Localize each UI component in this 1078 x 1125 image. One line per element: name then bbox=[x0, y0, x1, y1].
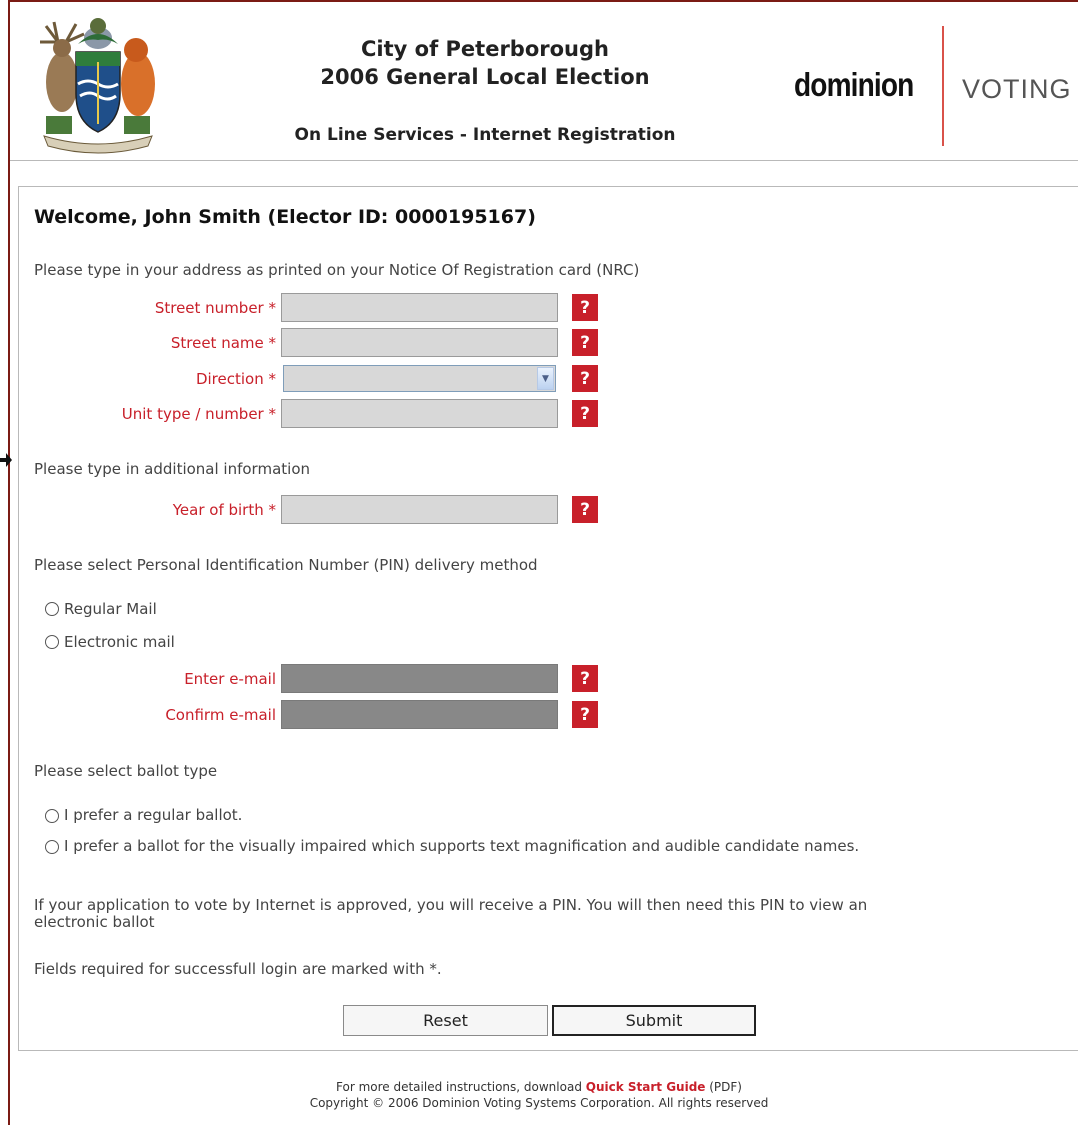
footer-instructions: For more detailed instructions, download… bbox=[0, 1080, 1078, 1094]
year-of-birth-help-icon[interactable]: ? bbox=[572, 496, 598, 523]
electronic-mail-radio[interactable] bbox=[45, 635, 59, 649]
enter-email-help-icon[interactable]: ? bbox=[572, 665, 598, 692]
regular-mail-label[interactable]: Regular Mail bbox=[64, 600, 157, 618]
city-title: City of Peterborough bbox=[361, 37, 609, 61]
confirm-email-help-icon[interactable]: ? bbox=[572, 701, 598, 728]
direction-label: Direction * bbox=[195, 370, 276, 388]
regular-ballot-radio[interactable] bbox=[45, 809, 59, 823]
ballot-instruction: Please select ballot type bbox=[34, 762, 218, 780]
pin-info-line1: If your application to vote by Internet … bbox=[34, 896, 868, 914]
city-crest-icon bbox=[40, 18, 155, 154]
required-fields-note: Fields required for successfull login ar… bbox=[34, 960, 442, 978]
footer-suffix: (PDF) bbox=[705, 1080, 742, 1094]
street-number-input[interactable] bbox=[281, 293, 558, 322]
address-instruction: Please type in your address as printed o… bbox=[34, 261, 640, 279]
year-of-birth-label: Year of birth * bbox=[172, 501, 276, 519]
impaired-ballot-radio[interactable] bbox=[45, 840, 59, 854]
enter-email-input[interactable] bbox=[281, 664, 558, 693]
direction-help-icon[interactable]: ? bbox=[572, 365, 598, 392]
confirm-email-label: Confirm e-mail bbox=[165, 706, 276, 724]
enter-email-label: Enter e-mail bbox=[184, 670, 276, 688]
street-name-input[interactable] bbox=[281, 328, 558, 357]
unit-label: Unit type / number * bbox=[121, 405, 276, 423]
dominion-logo-text: dominion bbox=[794, 66, 914, 103]
street-number-label: Street number * bbox=[154, 299, 276, 317]
additional-instruction: Please type in additional information bbox=[34, 460, 310, 478]
quick-start-guide-link[interactable]: Quick Start Guide bbox=[586, 1080, 706, 1094]
chevron-down-icon[interactable]: ▼ bbox=[537, 367, 554, 390]
unit-help-icon[interactable]: ? bbox=[572, 400, 598, 427]
direction-select[interactable]: ▼ bbox=[283, 365, 556, 392]
impaired-ballot-label[interactable]: I prefer a ballot for the visually impai… bbox=[64, 837, 859, 855]
pin-info-line2: electronic ballot bbox=[34, 913, 155, 931]
street-name-label: Street name * bbox=[170, 334, 276, 352]
welcome-heading: Welcome, John Smith (Elector ID: 0000195… bbox=[34, 206, 536, 228]
logo-divider bbox=[942, 26, 944, 146]
unit-input[interactable] bbox=[281, 399, 558, 428]
submit-button[interactable]: Submit bbox=[552, 1005, 756, 1036]
year-of-birth-input[interactable] bbox=[281, 495, 558, 524]
footer-prefix: For more detailed instructions, download bbox=[336, 1080, 586, 1094]
service-subtitle: On Line Services - Internet Registration bbox=[294, 125, 676, 145]
election-title: 2006 General Local Election bbox=[320, 65, 650, 89]
voting-logo-text: VOTING bbox=[962, 74, 1072, 104]
regular-ballot-label[interactable]: I prefer a regular ballot. bbox=[64, 806, 242, 824]
site-header: City of Peterborough 2006 General Local … bbox=[10, 2, 1078, 161]
footer-copyright: Copyright © 2006 Dominion Voting Systems… bbox=[309, 1096, 769, 1110]
regular-mail-radio[interactable] bbox=[45, 602, 59, 616]
street-number-help-icon[interactable]: ? bbox=[572, 294, 598, 321]
pin-instruction: Please select Personal Identification Nu… bbox=[34, 556, 538, 574]
arrow-right-icon bbox=[0, 453, 12, 467]
reset-button[interactable]: Reset bbox=[343, 1005, 548, 1036]
street-name-help-icon[interactable]: ? bbox=[572, 329, 598, 356]
confirm-email-input[interactable] bbox=[281, 700, 558, 729]
electronic-mail-label[interactable]: Electronic mail bbox=[64, 633, 175, 651]
